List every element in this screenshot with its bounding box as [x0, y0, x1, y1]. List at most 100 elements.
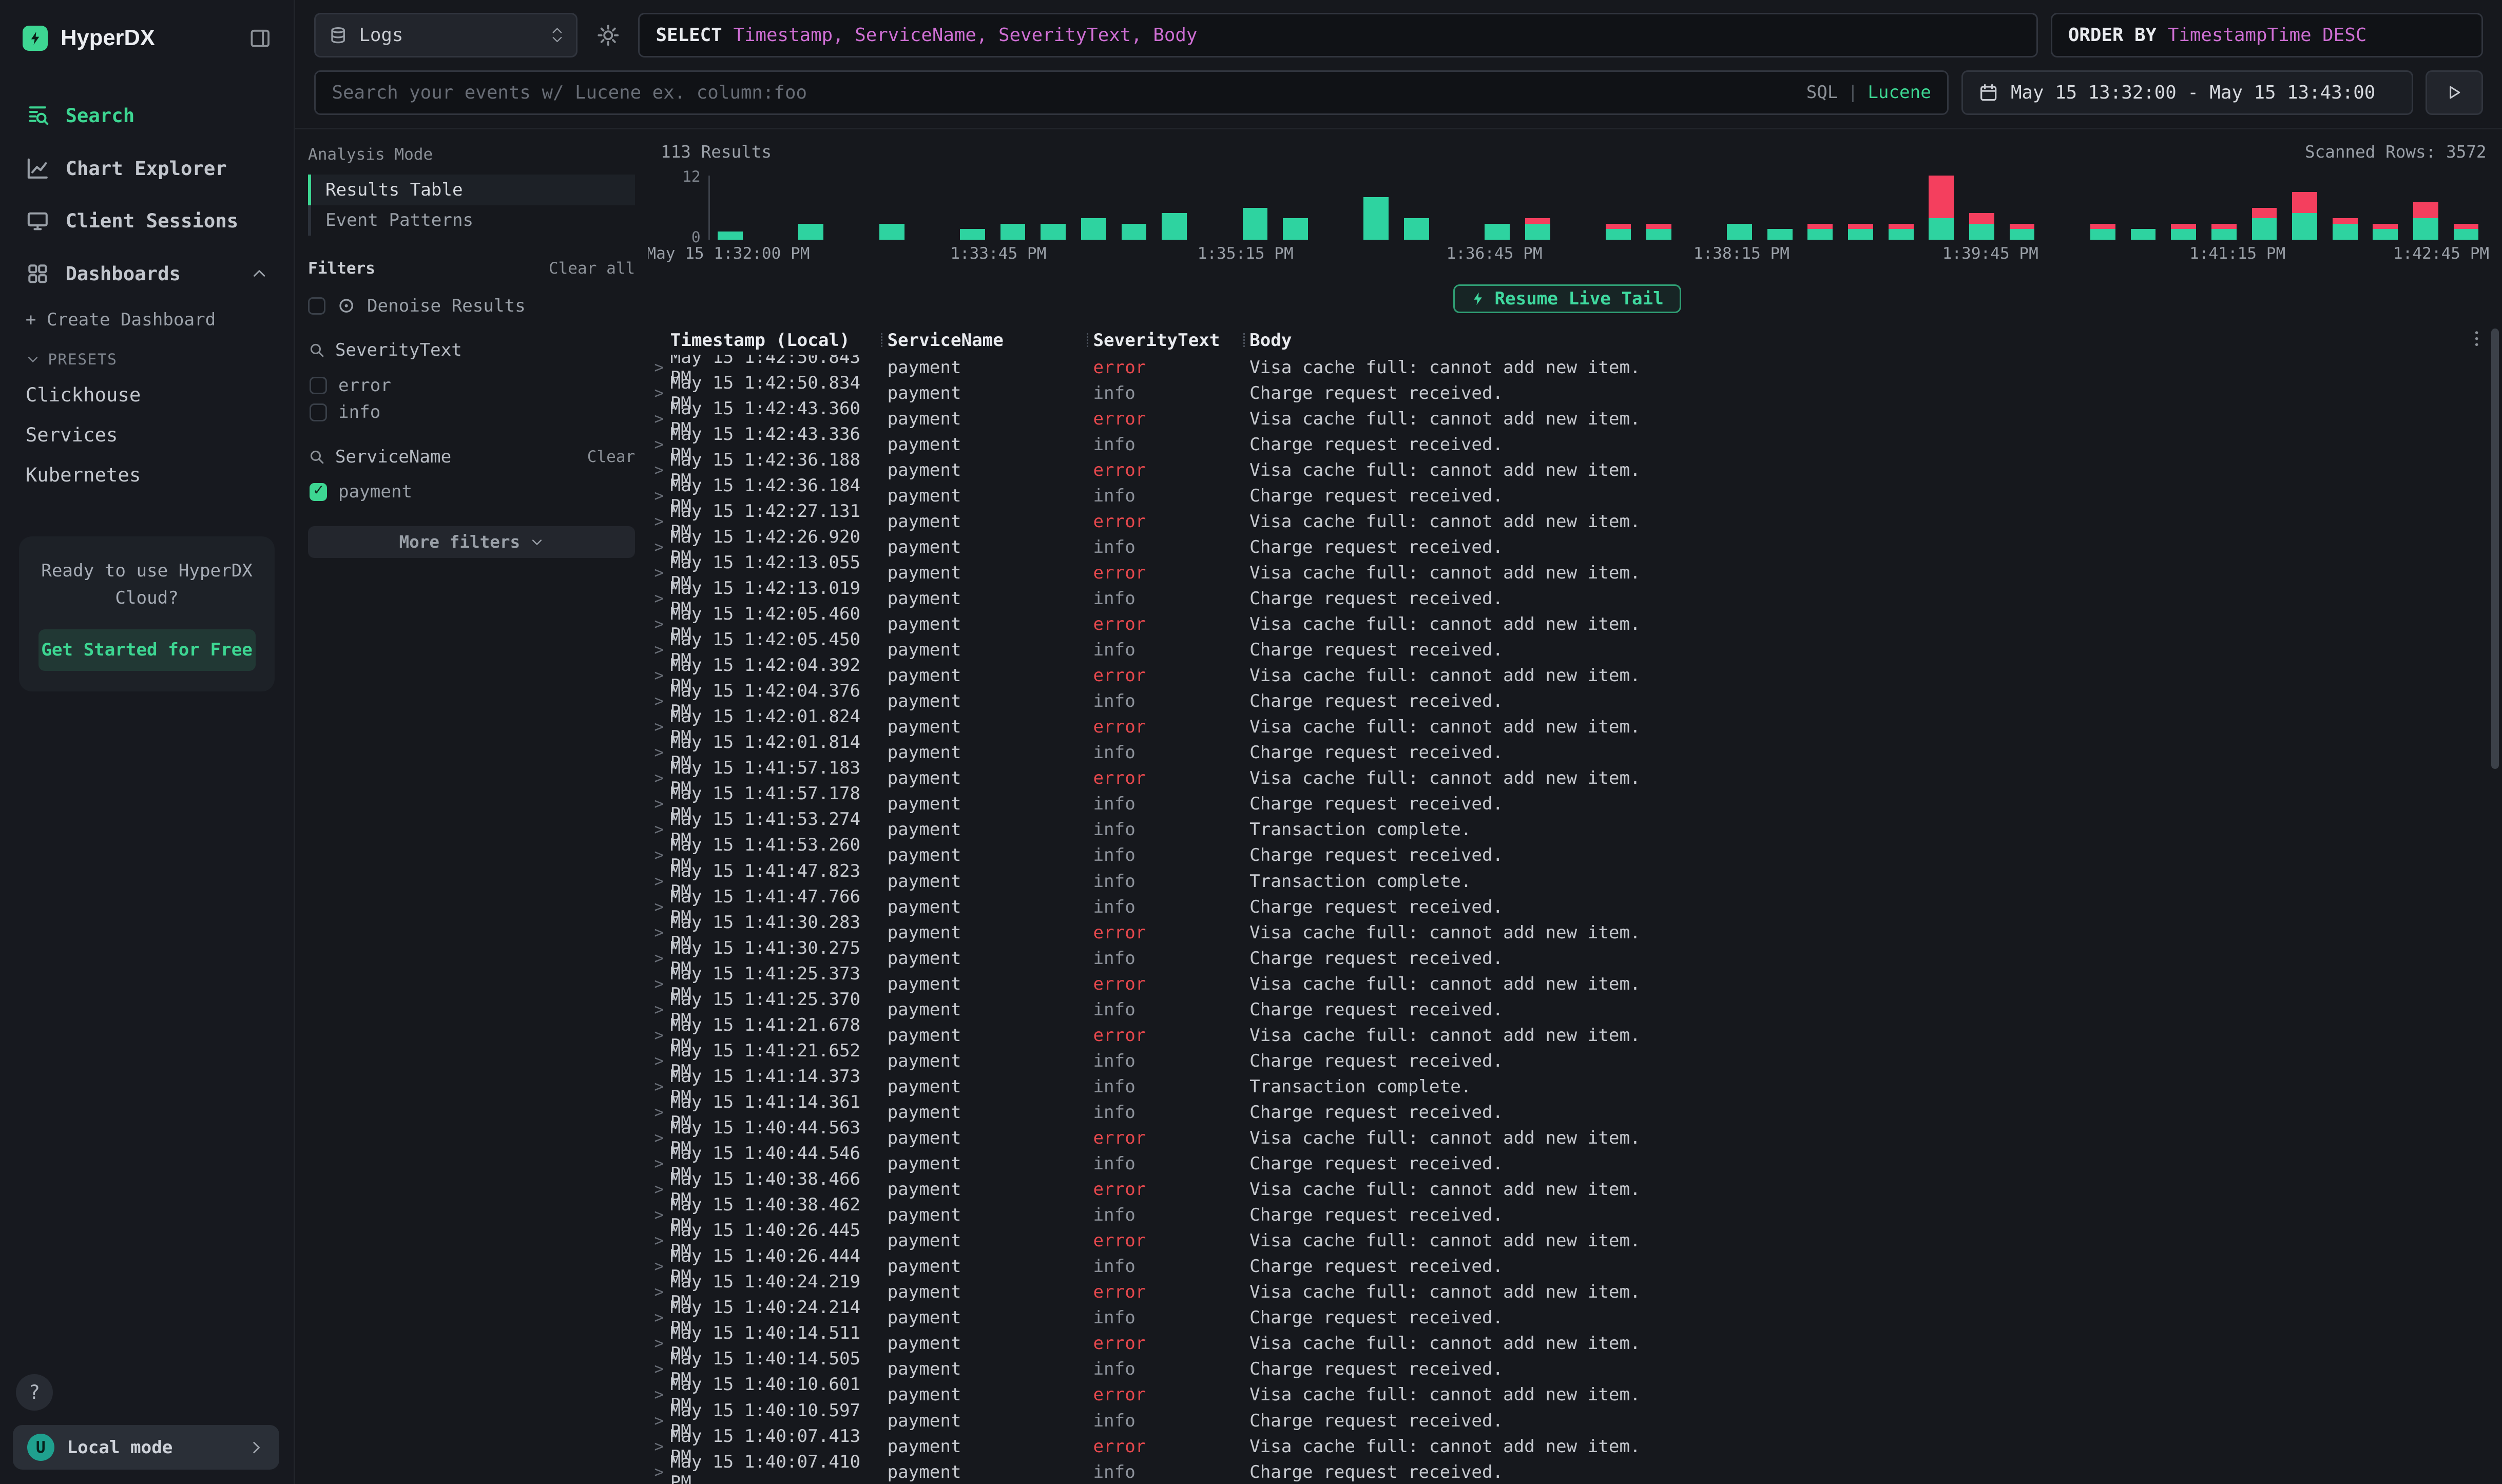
table-row[interactable]: May 15 1:42:01.824 PM payment error Visa… [648, 714, 2486, 740]
row-expand-icon[interactable] [648, 1129, 670, 1147]
table-row[interactable]: May 15 1:40:38.462 PM payment info Charg… [648, 1202, 2486, 1228]
row-expand-icon[interactable] [648, 1180, 670, 1199]
table-row[interactable]: May 15 1:42:04.376 PM payment info Charg… [648, 688, 2486, 714]
row-expand-icon[interactable] [648, 1412, 670, 1430]
sidebar-collapse-icon[interactable] [249, 27, 272, 50]
sidebar-item-client-sessions[interactable]: Client Sessions [0, 195, 294, 247]
header-servicename[interactable]: ServiceName [887, 330, 1093, 351]
checkbox[interactable] [310, 377, 327, 394]
row-expand-icon[interactable] [648, 461, 670, 479]
row-expand-icon[interactable] [648, 1154, 670, 1173]
sidebar-item-chart-explorer[interactable]: Chart Explorer [0, 142, 294, 195]
mode-event-patterns[interactable]: Event Patterns [308, 205, 635, 236]
search-input[interactable] [332, 82, 1794, 103]
table-row[interactable]: May 15 1:40:14.505 PM payment info Charg… [648, 1356, 2486, 1382]
table-row[interactable]: May 15 1:41:21.678 PM payment error Visa… [648, 1023, 2486, 1048]
row-expand-icon[interactable] [648, 487, 670, 505]
filter-option-info[interactable]: info [308, 399, 635, 426]
order-by-input[interactable]: ORDER BY TimestampTime DESC [2051, 13, 2483, 57]
row-expand-icon[interactable] [648, 769, 670, 787]
row-expand-icon[interactable] [648, 949, 670, 968]
row-expand-icon[interactable] [648, 743, 670, 762]
denoise-results-checkbox[interactable]: Denoise Results [308, 292, 635, 319]
row-expand-icon[interactable] [648, 589, 670, 608]
header-body[interactable]: Body [1249, 330, 2486, 351]
row-expand-icon[interactable] [648, 795, 670, 813]
row-expand-icon[interactable] [648, 1385, 670, 1404]
row-expand-icon[interactable] [648, 1052, 670, 1070]
table-row[interactable]: May 15 1:42:50.843 PM payment error Visa… [648, 355, 2486, 380]
mode-sql[interactable]: SQL [1806, 82, 1838, 103]
table-row[interactable]: May 15 1:40:24.219 PM payment error Visa… [648, 1279, 2486, 1305]
table-row[interactable]: May 15 1:42:43.360 PM payment error Visa… [648, 406, 2486, 432]
row-expand-icon[interactable] [648, 1437, 670, 1456]
table-row[interactable]: May 15 1:42:50.834 PM payment info Charg… [648, 380, 2486, 406]
filter-option-error[interactable]: error [308, 372, 635, 399]
sidebar-preset-kubernetes[interactable]: Kubernetes [0, 455, 294, 495]
row-expand-icon[interactable] [648, 512, 670, 531]
table-row[interactable]: May 15 1:42:36.188 PM payment error Visa… [648, 457, 2486, 483]
row-expand-icon[interactable] [648, 1000, 670, 1019]
row-expand-icon[interactable] [648, 872, 670, 891]
table-options-icon[interactable] [2467, 329, 2486, 348]
table-row[interactable]: May 15 1:42:36.184 PM payment info Charg… [648, 483, 2486, 509]
table-row[interactable]: May 15 1:41:57.183 PM payment error Visa… [648, 765, 2486, 791]
table-row[interactable]: May 15 1:40:24.214 PM payment info Charg… [648, 1305, 2486, 1331]
row-expand-icon[interactable] [648, 1463, 670, 1481]
row-expand-icon[interactable] [648, 358, 670, 377]
header-severitytext[interactable]: SeverityText [1093, 330, 1249, 351]
row-expand-icon[interactable] [648, 538, 670, 556]
clear-facet-link[interactable]: Clear [587, 448, 636, 466]
row-expand-icon[interactable] [648, 435, 670, 454]
table-row[interactable]: May 15 1:41:47.766 PM payment info Charg… [648, 894, 2486, 920]
mode-results-table[interactable]: Results Table [308, 175, 635, 205]
row-expand-icon[interactable] [648, 1334, 670, 1353]
table-row[interactable]: May 15 1:41:30.283 PM payment error Visa… [648, 920, 2486, 946]
scrollbar-thumb[interactable] [2491, 329, 2499, 769]
table-row[interactable]: May 15 1:40:10.601 PM payment error Visa… [648, 1382, 2486, 1408]
table-row[interactable]: May 15 1:40:44.563 PM payment error Visa… [648, 1125, 2486, 1151]
resume-live-tail-button[interactable]: Resume Live Tail [1453, 284, 1681, 313]
row-expand-icon[interactable] [648, 975, 670, 993]
row-expand-icon[interactable] [648, 384, 670, 402]
source-select[interactable]: Logs [314, 13, 578, 57]
table-row[interactable]: May 15 1:40:10.597 PM payment info Charg… [648, 1408, 2486, 1433]
table-row[interactable]: May 15 1:42:43.336 PM payment info Charg… [648, 432, 2486, 457]
row-expand-icon[interactable] [648, 1206, 670, 1224]
table-row[interactable]: May 15 1:42:27.131 PM payment error Visa… [648, 509, 2486, 534]
table-row[interactable]: May 15 1:42:01.814 PM payment info Charg… [648, 740, 2486, 765]
clear-all-filters-link[interactable]: Clear all [549, 259, 635, 278]
row-expand-icon[interactable] [648, 1257, 670, 1276]
row-expand-icon[interactable] [648, 1360, 670, 1378]
row-expand-icon[interactable] [648, 1077, 670, 1096]
row-expand-icon[interactable] [648, 564, 670, 582]
table-row[interactable]: May 15 1:40:07.410 PM payment info Charg… [648, 1459, 2486, 1484]
sidebar-item-dashboards[interactable]: Dashboards [0, 247, 294, 300]
row-expand-icon[interactable] [648, 923, 670, 942]
table-row[interactable]: May 15 1:41:14.373 PM payment info Trans… [648, 1074, 2486, 1100]
row-expand-icon[interactable] [648, 820, 670, 839]
table-row[interactable]: May 15 1:40:38.466 PM payment error Visa… [648, 1177, 2486, 1202]
row-expand-icon[interactable] [648, 1103, 670, 1122]
presets-toggle[interactable]: PRESETS [0, 340, 294, 375]
sidebar-preset-services[interactable]: Services [0, 415, 294, 455]
header-timestamp[interactable]: Timestamp (Local) [670, 330, 888, 351]
source-settings-button[interactable] [590, 13, 625, 57]
sidebar-item-search[interactable]: Search [0, 89, 294, 142]
table-row[interactable]: May 15 1:42:26.920 PM payment info Charg… [648, 534, 2486, 560]
more-filters-button[interactable]: More filters [308, 526, 635, 558]
table-row[interactable]: May 15 1:40:14.511 PM payment error Visa… [648, 1331, 2486, 1356]
table-row[interactable]: May 15 1:42:13.055 PM payment error Visa… [648, 560, 2486, 586]
row-expand-icon[interactable] [648, 1026, 670, 1045]
table-row[interactable]: May 15 1:41:25.370 PM payment info Charg… [648, 997, 2486, 1023]
time-range-picker[interactable]: May 15 13:32:00 - May 15 13:43:00 [1961, 70, 2413, 115]
select-columns-input[interactable]: SELECT Timestamp, ServiceName, SeverityT… [638, 13, 2037, 57]
checkbox[interactable] [308, 297, 325, 315]
get-started-button[interactable]: Get Started for Free [39, 629, 256, 671]
table-row[interactable]: May 15 1:41:30.275 PM payment info Charg… [648, 946, 2486, 971]
row-expand-icon[interactable] [648, 615, 670, 633]
table-row[interactable]: May 15 1:40:44.546 PM payment info Charg… [648, 1151, 2486, 1177]
table-row[interactable]: May 15 1:41:21.652 PM payment info Charg… [648, 1048, 2486, 1074]
table-row[interactable]: May 15 1:41:14.361 PM payment info Charg… [648, 1100, 2486, 1125]
table-row[interactable]: May 15 1:41:53.274 PM payment info Trans… [648, 817, 2486, 842]
